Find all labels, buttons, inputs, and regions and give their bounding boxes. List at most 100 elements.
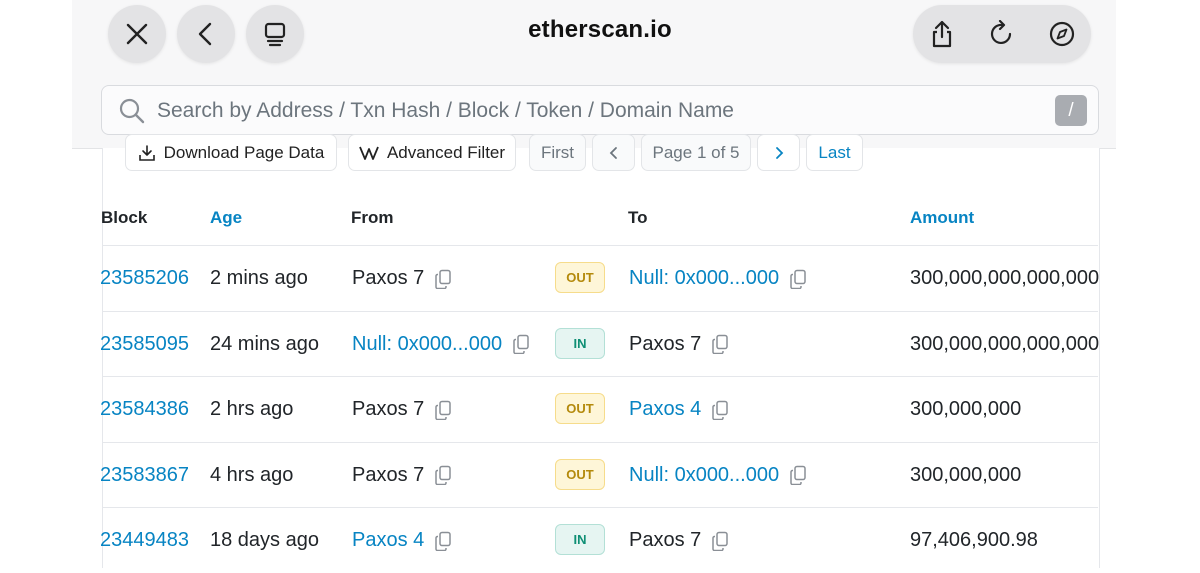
copy-icon[interactable]	[434, 465, 452, 485]
block-number-link[interactable]: 23584386	[100, 377, 189, 442]
next-page-button[interactable]	[757, 134, 800, 171]
chevron-right-icon	[775, 146, 783, 159]
copy-icon[interactable]	[789, 269, 807, 289]
back-button[interactable]	[177, 5, 235, 63]
reload-button[interactable]	[973, 5, 1031, 63]
block-number-link-text[interactable]: 23584386	[100, 398, 189, 421]
advanced-filter-button[interactable]: Advanced Filter	[348, 134, 516, 171]
to-address[interactable]: Null: 0x000...000	[629, 246, 807, 311]
share-button[interactable]	[913, 5, 971, 63]
last-page-button[interactable]: Last	[806, 134, 863, 171]
prev-page-button[interactable]	[592, 134, 635, 171]
copy-icon[interactable]	[789, 465, 807, 485]
column-header-from: From	[351, 208, 394, 227]
to-address: Paxos 7	[629, 508, 729, 573]
block-number-link[interactable]: 23583867	[100, 443, 189, 508]
share-icon	[932, 20, 952, 48]
from-address[interactable]: Null: 0x000...000	[352, 312, 530, 377]
search-bar[interactable]: /	[101, 85, 1099, 135]
to-address-text: Paxos 7	[629, 529, 702, 551]
block-number-link[interactable]: 23585095	[100, 312, 189, 377]
from-address-text[interactable]: Paxos 4	[352, 529, 424, 552]
to-address: Paxos 7	[629, 312, 729, 377]
from-address-text: Paxos 7	[352, 463, 425, 486]
block-number-link-text[interactable]: 23583867	[100, 464, 189, 487]
from-address-text: Paxos 7	[352, 398, 425, 420]
search-input[interactable]	[155, 94, 1039, 128]
age-cell: 4 hrs ago	[210, 443, 293, 508]
from-address: Paxos 7	[352, 246, 452, 311]
age-cell: 2 mins ago	[210, 246, 308, 311]
amount-cell: 300,000,000,000,000	[910, 246, 1099, 311]
filter-label: Advanced Filter	[386, 142, 506, 162]
chrome-margin-right	[1128, 0, 1200, 148]
chevron-left-icon	[609, 146, 617, 159]
search-shortcut-key: /	[1055, 95, 1087, 126]
direction-badge: OUT	[555, 262, 605, 293]
column-header-amount[interactable]: Amount	[910, 208, 974, 228]
age-cell: 18 days ago	[210, 508, 319, 573]
copy-icon[interactable]	[711, 334, 729, 354]
amount-cell-text: 300,000,000	[910, 398, 1022, 420]
table-row: 23585095 24 mins ago Null: 0x000...000 IN Pa…	[100, 310, 1099, 377]
block-number-link[interactable]: 23449483	[100, 508, 189, 573]
block-number-link-text[interactable]: 23585095	[100, 333, 189, 356]
to-address-text[interactable]: Paxos 4	[629, 398, 701, 421]
block-number-link-text[interactable]: 23449483	[100, 529, 189, 552]
chrome-margin-left	[0, 0, 72, 148]
compass-button[interactable]	[1033, 5, 1091, 63]
close-icon	[126, 23, 148, 45]
page-indicator: Page 1 of 5	[641, 134, 751, 171]
browser-actions-group	[913, 5, 1091, 63]
download-label: Download Page Data	[163, 142, 325, 162]
copy-icon[interactable]	[512, 334, 530, 354]
age-cell: 2 hrs ago	[210, 377, 293, 442]
download-page-data-button[interactable]: Download Page Data	[125, 134, 337, 171]
age-cell-text: 2 mins ago	[210, 267, 308, 289]
copy-icon[interactable]	[434, 269, 452, 289]
column-header-block: Block	[101, 208, 148, 227]
amount-cell: 300,000,000	[910, 377, 1021, 442]
block-number-link[interactable]: 23585206	[100, 246, 189, 311]
copy-icon[interactable]	[434, 531, 452, 551]
to-address-text[interactable]: Null: 0x000...000	[629, 267, 779, 290]
column-header-age[interactable]: Age	[210, 208, 242, 228]
block-number-link-text[interactable]: 23585206	[100, 267, 189, 290]
to-address-text[interactable]: Null: 0x000...000	[629, 464, 779, 487]
page-indicator-label: Page 1 of 5	[652, 142, 740, 162]
to-address[interactable]: Paxos 4	[629, 377, 729, 442]
copy-icon[interactable]	[711, 400, 729, 420]
filter-icon	[359, 146, 379, 160]
to-address[interactable]: Null: 0x000...000	[629, 443, 807, 508]
amount-cell-text: 97,406,900.98	[910, 529, 1038, 551]
column-header-to: To	[628, 208, 648, 227]
direction-badge: OUT	[555, 458, 605, 490]
copy-icon[interactable]	[711, 531, 729, 551]
from-address[interactable]: Paxos 4	[352, 508, 452, 573]
age-cell: 24 mins ago	[210, 312, 319, 377]
age-cell-text: 18 days ago	[210, 529, 319, 551]
first-page-label: First	[540, 142, 575, 162]
age-cell-text: 2 hrs ago	[210, 398, 294, 420]
download-icon	[138, 144, 155, 161]
close-button[interactable]	[108, 5, 166, 63]
page-domain[interactable]: etherscan.io	[480, 16, 720, 44]
table-row: 23583867 4 hrs ago Paxos 7 OUT Null: 0x000..…	[100, 441, 1098, 508]
table-row: 23585206 2 mins ago Paxos 7 OUT Null: 0x000.…	[100, 245, 1099, 311]
amount-cell-text: 300,000,000,000,000	[910, 332, 1100, 355]
amount-cell: 300,000,000,000,000	[910, 312, 1099, 377]
compass-icon	[1049, 21, 1075, 47]
amount-cell-text: 300,000,000,000,000	[910, 267, 1100, 289]
copy-icon[interactable]	[434, 400, 452, 420]
from-address: Paxos 7	[352, 443, 452, 508]
from-address-text[interactable]: Null: 0x000...000	[352, 333, 502, 356]
last-page-label: Last	[818, 142, 851, 162]
tab-overview-icon	[264, 22, 286, 47]
from-address-text: Paxos 7	[352, 267, 425, 289]
first-page-button[interactable]: First	[529, 134, 586, 171]
tabs-button[interactable]	[246, 5, 304, 63]
direction-badge: IN	[555, 524, 605, 555]
age-cell-text: 24 mins ago	[210, 332, 319, 355]
direction-badge: OUT	[555, 393, 605, 424]
direction-badge: IN	[555, 327, 605, 359]
